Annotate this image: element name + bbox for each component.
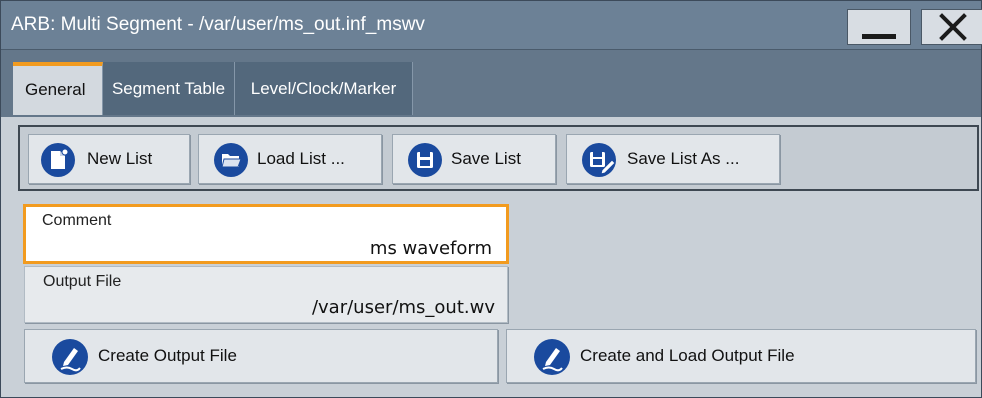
minimize-icon — [862, 34, 896, 39]
load-list-button[interactable]: Load List ... — [198, 134, 382, 184]
load-list-label: Load List ... — [257, 149, 345, 168]
floppy-disk-edit-icon — [582, 143, 616, 177]
arb-multi-segment-dialog: ARB: Multi Segment - /var/user/ms_out.in… — [0, 0, 982, 398]
new-list-button[interactable]: New List — [28, 134, 190, 184]
pen-icon — [52, 339, 88, 375]
minimize-button[interactable] — [847, 9, 911, 45]
title-bar: ARB: Multi Segment - /var/user/ms_out.in… — [1, 1, 982, 50]
create-output-file-label: Create Output File — [98, 346, 237, 365]
create-and-load-output-file-label: Create and Load Output File — [580, 346, 795, 365]
save-list-button[interactable]: Save List — [392, 134, 556, 184]
tab-strip: General Segment Table Level/Clock/Marker — [1, 50, 981, 117]
list-toolbar: New List Load List ... Save List Save Li… — [18, 125, 979, 191]
comment-label: Comment — [42, 212, 112, 229]
pen-icon — [534, 339, 570, 375]
tab-general[interactable]: General — [13, 62, 103, 115]
output-file-label: Output File — [43, 273, 122, 290]
tab-segment-table[interactable]: Segment Table — [103, 62, 235, 115]
save-list-as-label: Save List As ... — [627, 149, 740, 168]
comment-value: ms waveform — [369, 238, 492, 259]
floppy-disk-icon — [408, 143, 442, 177]
new-document-icon — [41, 143, 75, 177]
general-panel: New List Load List ... Save List Save Li… — [11, 118, 979, 397]
save-list-as-button[interactable]: Save List As ... — [566, 134, 780, 184]
new-list-label: New List — [87, 149, 153, 168]
output-file-field[interactable]: Output File /var/user/ms_out.wv — [24, 266, 508, 323]
create-output-file-button[interactable]: Create Output File — [24, 329, 498, 383]
window-title: ARB: Multi Segment - /var/user/ms_out.in… — [11, 14, 425, 35]
create-and-load-output-file-button[interactable]: Create and Load Output File — [506, 329, 976, 383]
save-list-label: Save List — [451, 149, 521, 168]
close-icon — [939, 13, 967, 41]
close-button[interactable] — [921, 9, 982, 45]
tab-level-clock-marker[interactable]: Level/Clock/Marker — [235, 62, 413, 115]
output-file-value: /var/user/ms_out.wv — [311, 297, 495, 318]
comment-field[interactable]: Comment ms waveform — [23, 204, 509, 264]
folder-open-icon — [214, 143, 248, 177]
